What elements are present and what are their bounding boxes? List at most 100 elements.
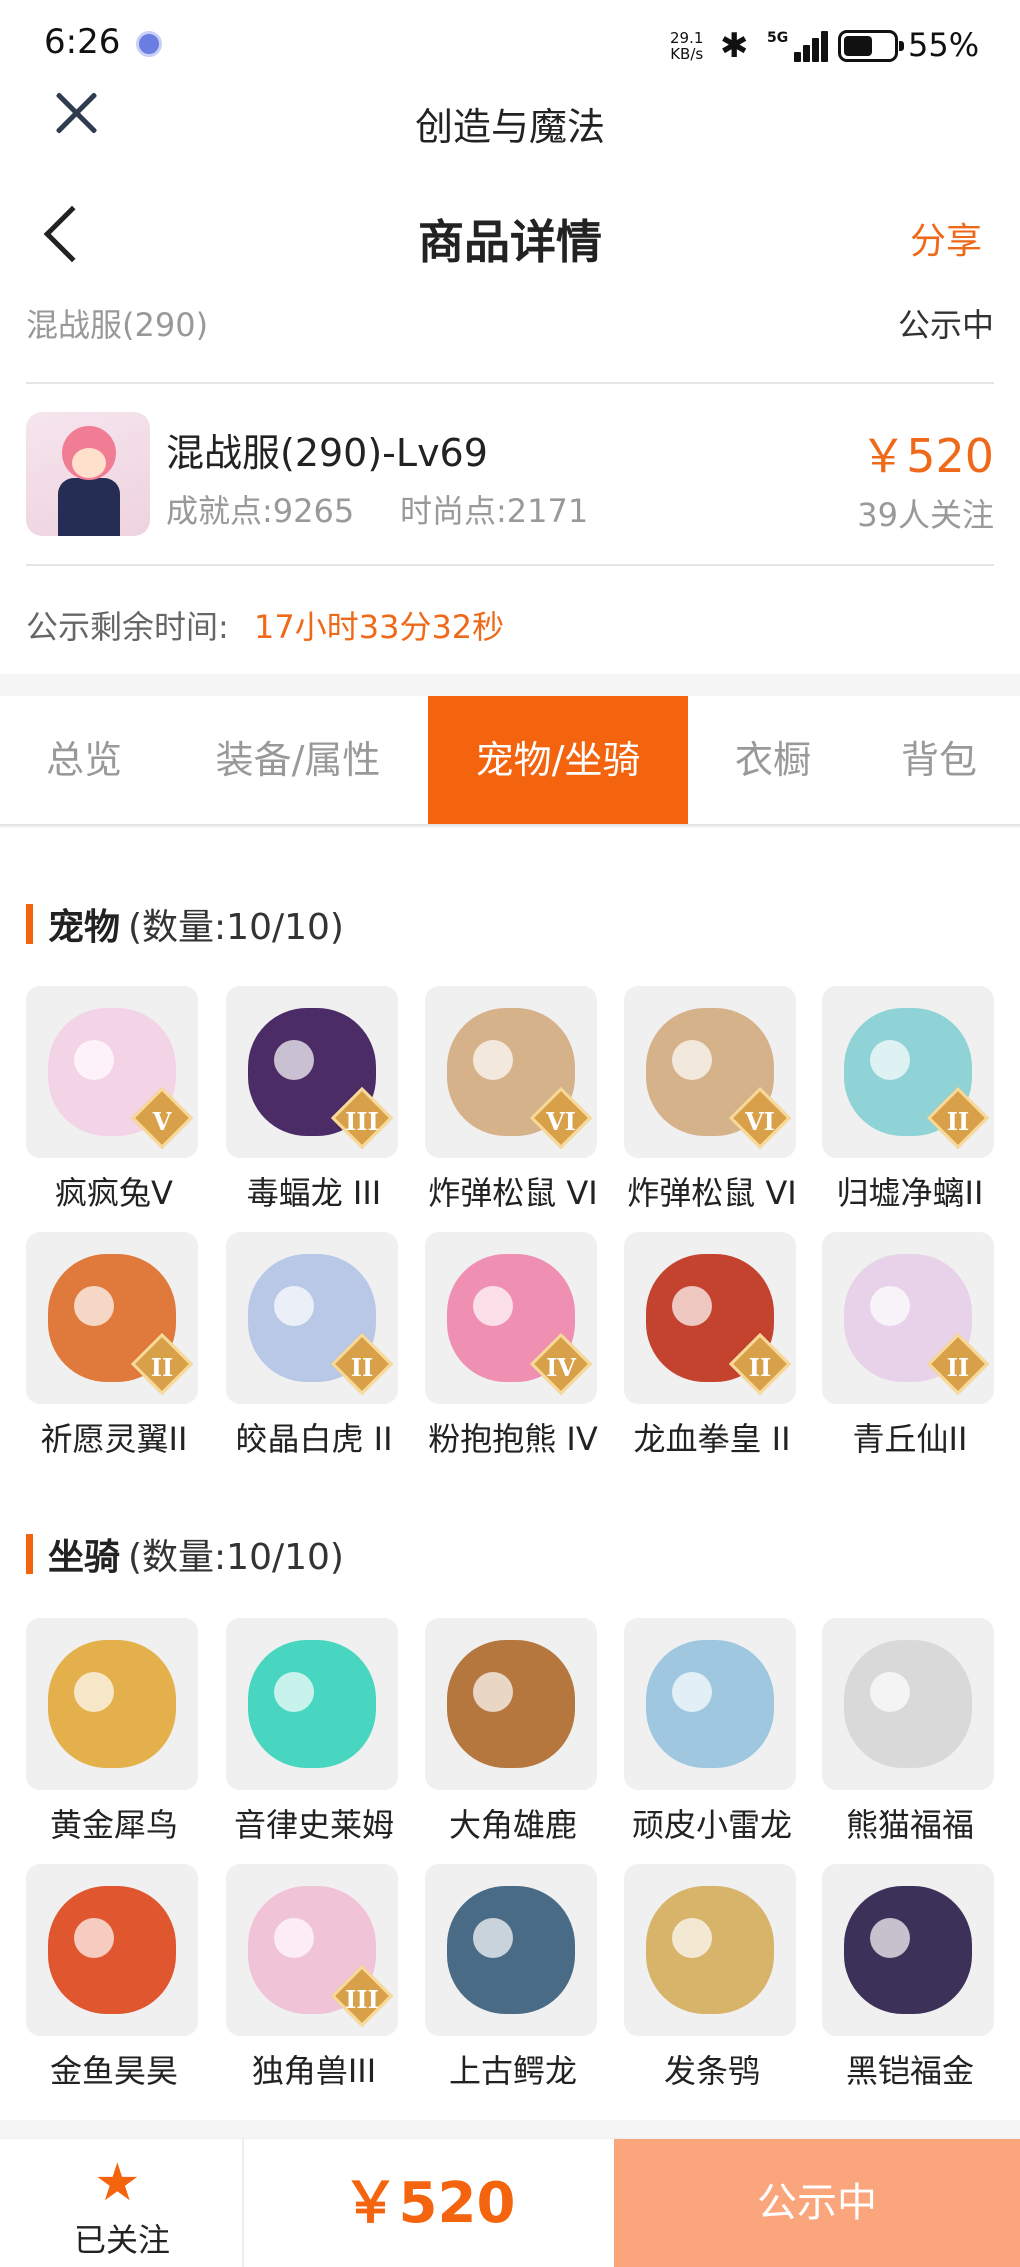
creature-highlight [274,1040,314,1080]
item-summary[interactable]: 混战服(290)-Lv69 成就点:9265 时尚点:2171 ￥520 39人… [0,384,1020,674]
pet-thumbnail: V [26,986,198,1158]
mount-item[interactable]: III 独角兽III [226,1864,402,2094]
pet-name: 粉抱抱熊 IV [428,1420,598,1458]
mount-name: 大角雄鹿 [448,1806,577,1844]
pet-item[interactable]: II 归墟净螭II [822,986,998,1216]
tab-backpack[interactable]: 背包 [858,696,1020,824]
mount-item[interactable]: 黑铠福金 [822,1864,998,2094]
rank-text: VI [745,1107,775,1136]
pet-thumbnail: VI [624,986,796,1158]
pet-item[interactable]: IV 粉抱抱熊 IV [425,1232,601,1462]
pet-name: 皎晶白虎 II [235,1420,393,1458]
creature-highlight [870,1286,910,1326]
mount-name: 黑铠福金 [845,2052,974,2090]
pet-thumbnail: VI [425,986,597,1158]
creature-highlight [274,1286,314,1326]
status-time: 6:26 [44,22,121,62]
rank-text: III [345,1985,379,2014]
creature-highlight [870,1918,910,1958]
creature-highlight [870,1040,910,1080]
rank-text: II [946,1107,970,1136]
rank-text: VI [546,1107,576,1136]
pet-item[interactable]: III 毒蝠龙 III [226,986,402,1216]
mount-name: 金鱼昊昊 [49,2052,178,2090]
pet-name: 祈愿灵翼II [40,1420,188,1458]
mount-thumbnail [26,1618,198,1790]
avatar-body [58,478,120,536]
mount-item[interactable]: 黄金犀鸟 [26,1618,202,1848]
creature-highlight [74,1286,114,1326]
creature-highlight [672,1918,712,1958]
mount-item[interactable]: 上古鳄龙 [425,1864,601,2094]
star-icon: ★ [94,2153,141,2213]
rank-text: IV [546,1353,576,1382]
creature-highlight [473,1286,513,1326]
section-count: (数量:10/10) [128,907,344,948]
mount-thumbnail [425,1618,597,1790]
pet-item[interactable]: II 青丘仙II [822,1232,998,1462]
mount-item[interactable]: 音律史莱姆 [226,1618,402,1848]
mount-thumbnail [624,1618,796,1790]
pet-item[interactable]: II 皎晶白虎 II [226,1232,402,1462]
creature-art [844,1886,972,2014]
creature-highlight [672,1040,712,1080]
mount-name: 独角兽III [251,2052,377,2090]
rank-text: II [748,1353,772,1382]
speed-value: 29.1 [670,29,704,47]
pets-mounts-content: 宠物 (数量:10/10) V 疯疯兔V III 毒蝠龙 III VI 炸弹松鼠 VI VI… [0,828,1020,2120]
creature-art [447,1640,575,1768]
section-accent [26,904,33,944]
pet-name: 青丘仙II [852,1420,968,1458]
creature-highlight [473,1918,513,1958]
mount-thumbnail [822,1864,994,2036]
pet-item[interactable]: V 疯疯兔V [26,986,202,1216]
creature-highlight [672,1672,712,1712]
creature-art [48,1886,176,2014]
countdown-value: 17小时33分32秒 [254,608,505,646]
pet-item[interactable]: VI 炸弹松鼠 VI [425,986,601,1216]
battery-icon [838,30,904,62]
mount-item[interactable]: 金鱼昊昊 [26,1864,202,2094]
tab-equipment[interactable]: 装备/属性 [168,696,428,824]
tab-wardrobe[interactable]: 衣橱 [688,696,858,824]
section-count: (数量:10/10) [128,1537,344,1578]
pet-item[interactable]: II 祈愿灵翼II [26,1232,202,1462]
creature-highlight [274,1918,314,1958]
section-title: 宠物 [48,907,121,948]
pet-thumbnail: II [26,1232,198,1404]
follow-button[interactable]: ★ 已关注 [0,2139,244,2267]
fashion-points: 时尚点:2171 [400,492,589,530]
mount-thumbnail [624,1864,796,2036]
publicity-button[interactable]: 公示中 [614,2139,1020,2267]
creature-highlight [74,1918,114,1958]
status-bar: 6:26 29.1 KB/s ✱ 5G 55% [0,0,1020,90]
pet-item[interactable]: II 龙血拳皇 II [624,1232,800,1462]
mount-thumbnail [226,1618,398,1790]
pet-name: 疯疯兔V [55,1174,173,1212]
creature-art [646,1640,774,1768]
pet-name: 炸弹松鼠 VI [627,1174,797,1212]
speed-unit: KB/s [670,45,704,63]
mount-item[interactable]: 熊猫福福 [822,1618,998,1848]
follower-count: 39人关注 [857,496,994,534]
avatar [26,412,150,536]
pet-item[interactable]: VI 炸弹松鼠 VI [624,986,800,1216]
share-button[interactable]: 分享 [910,212,982,264]
tab-pets-mounts[interactable]: 宠物/坐骑 [428,696,688,824]
battery-percent: 55% [908,26,980,64]
pet-name: 龙血拳皇 II [633,1420,791,1458]
tab-bar: 总览 装备/属性 宠物/坐骑 衣橱 背包 [0,696,1020,826]
tab-overview[interactable]: 总览 [0,696,168,824]
avatar-face [72,448,106,478]
rank-text: II [350,1353,374,1382]
bluetooth-icon: ✱ [720,26,749,66]
mount-item[interactable]: 发条鸮 [624,1864,800,2094]
mount-item[interactable]: 顽皮小雷龙 [624,1618,800,1848]
creature-art [844,1640,972,1768]
mount-item[interactable]: 大角雄鹿 [425,1618,601,1848]
rank-text: V [152,1107,172,1136]
creature-art [248,1640,376,1768]
bottom-action-bar: ★ 已关注 ￥520 公示中 [0,2138,1020,2267]
achievement-points: 成就点:9265 [166,492,355,530]
creature-art [447,1886,575,2014]
